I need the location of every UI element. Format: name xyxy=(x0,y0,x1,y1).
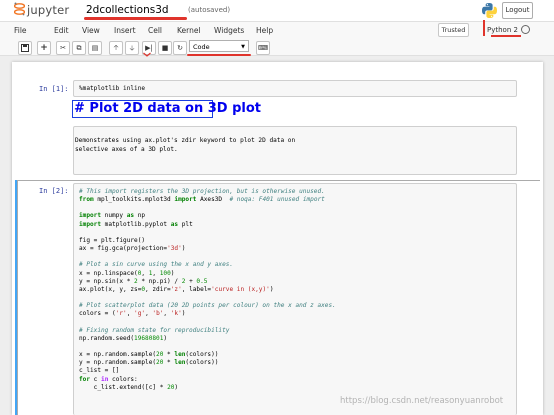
step-forward-icon: ▶| xyxy=(145,44,153,52)
save-icon xyxy=(21,44,29,52)
trusted-indicator[interactable]: Trusted xyxy=(438,23,469,37)
markdown-body: Demonstrates using ax.plot's zdir keywor… xyxy=(75,137,296,153)
notebook-name[interactable]: 2dcollections3d xyxy=(86,3,169,17)
code-cell-2[interactable]: # This import registers the 3D projectio… xyxy=(73,183,517,415)
logout-button[interactable]: Logout xyxy=(502,2,533,19)
code-cell-1[interactable]: %matplotlib inline xyxy=(73,80,517,97)
insert-cell-button[interactable]: + xyxy=(37,41,51,55)
stop-icon: ■ xyxy=(161,44,169,52)
menu-edit[interactable]: Edit xyxy=(54,22,69,40)
cell-type-select[interactable]: Code ▼ xyxy=(189,40,249,52)
copy-icon: ⧉ xyxy=(76,44,82,52)
jupyter-wordmark: jupyter xyxy=(27,3,70,17)
interrupt-button[interactable]: ■ xyxy=(158,41,172,55)
python-logo-icon xyxy=(482,3,497,18)
menu-view[interactable]: View xyxy=(82,22,100,40)
cell-prompt-2: In [2]: xyxy=(39,187,69,195)
menu-insert[interactable]: Insert xyxy=(114,22,136,40)
header-bar: jupyter 2dcollections3d (autosaved) Logo… xyxy=(0,0,554,21)
menu-kernel[interactable]: Kernel xyxy=(177,22,201,40)
command-palette-button[interactable]: ⌨ xyxy=(256,41,270,55)
menu-help[interactable]: Help xyxy=(256,22,273,40)
paste-button[interactable]: ▤ xyxy=(88,41,102,55)
markdown-title: # Plot 2D data on 3D plot xyxy=(74,101,262,116)
paste-icon: ▤ xyxy=(91,44,99,52)
scrollbar[interactable] xyxy=(547,62,554,415)
annotation-bracket-kernel xyxy=(483,20,485,36)
annotation-underline-kernel xyxy=(491,35,521,37)
copy-button[interactable]: ⧉ xyxy=(72,41,86,55)
annotation-underline xyxy=(84,17,187,20)
move-up-button[interactable]: 🡡 xyxy=(109,41,123,55)
menu-bar: File Edit View Insert Cell Kernel Widget… xyxy=(0,21,554,41)
cut-button[interactable]: ✂ xyxy=(56,41,70,55)
plus-icon: + xyxy=(40,43,48,53)
cell-1-source: %matplotlib inline xyxy=(79,85,146,92)
scissors-icon: ✂ xyxy=(60,44,66,52)
menu-file[interactable]: File xyxy=(14,22,27,40)
menu-cell[interactable]: Cell xyxy=(148,22,162,40)
arrow-down-icon: 🡣 xyxy=(129,44,135,52)
restart-button[interactable]: ↻ xyxy=(173,41,187,55)
keyboard-icon: ⌨ xyxy=(257,44,269,52)
cell-type-value: Code xyxy=(193,43,210,51)
arrow-up-icon: 🡡 xyxy=(113,44,119,52)
save-button[interactable] xyxy=(18,41,32,55)
annotation-checkmark xyxy=(143,52,151,57)
menu-widgets[interactable]: Widgets xyxy=(214,22,244,40)
caret-down-icon: ▼ xyxy=(241,44,245,50)
jupyter-logo-icon xyxy=(14,2,25,16)
annotation-underline-celltype xyxy=(187,54,251,56)
kernel-status-icon xyxy=(521,25,530,34)
move-down-button[interactable]: 🡣 xyxy=(125,41,139,55)
cell-prompt-1: In [1]: xyxy=(39,85,69,93)
watermark: https://blog.csdn.net/reasonyuanrobot xyxy=(340,396,504,406)
jupyter-logo[interactable]: jupyter xyxy=(14,2,76,18)
refresh-icon: ↻ xyxy=(177,44,183,52)
autosave-status: (autosaved) xyxy=(188,6,231,14)
cell-2-source: # This import registers the 3D projectio… xyxy=(79,188,336,391)
